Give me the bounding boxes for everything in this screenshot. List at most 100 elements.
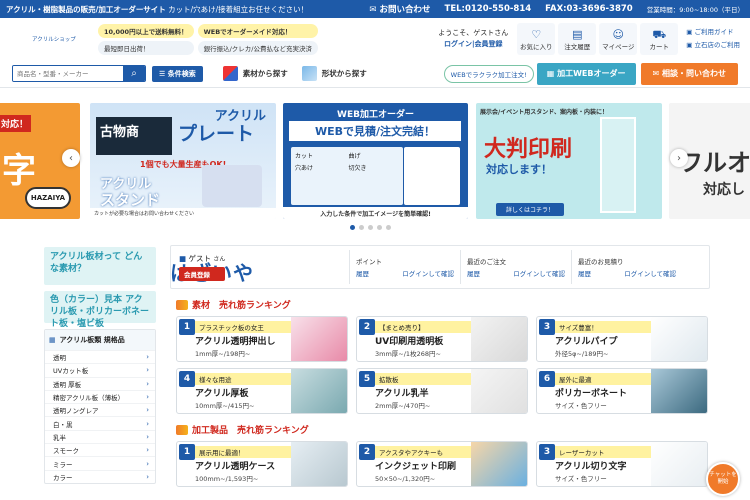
search-icon: ⌕ (131, 68, 137, 79)
search-input[interactable] (13, 66, 123, 81)
points-login-link[interactable]: ログインして確認 (402, 268, 454, 278)
banner-carousel: 対応！ 字 HAZAIYA アクリル プレート 古物商 1個でも大量生産もOK!… (0, 101, 750, 232)
product-image (651, 442, 707, 486)
search-row: ⌕ ☰ 条件検索 素材から探す 形状から探す WEBでラクラク加工注文! ▦ 加… (0, 60, 750, 88)
login-register-link[interactable]: ログイン|会員登録 (438, 39, 508, 50)
top-bar: アクリル・樹脂製品の販売/加工オーダーサイト カット/穴あけ/接着組立お任せくだ… (0, 0, 750, 18)
carousel-dot[interactable] (386, 225, 391, 230)
history-icon: ▤ (572, 27, 583, 41)
points-history-link[interactable]: 履歴 (356, 268, 369, 278)
ranking-card[interactable]: サイズ豊富！ 3 アクリルパイプ 外径5φ~/189円~ (536, 316, 708, 362)
service-badges: 10,000円以上で送料無料！ WEBでオーダーメイド対応！ 最短即日出荷！ 銀… (98, 23, 318, 55)
product-image (651, 369, 707, 413)
carousel-dot[interactable] (359, 225, 364, 230)
quotes-history-link[interactable]: 履歴 (578, 268, 591, 278)
carousel-dots (350, 225, 391, 230)
heart-icon: ♡ (531, 27, 542, 41)
sidebar-item[interactable]: ミラー › (45, 456, 155, 469)
pencil-icon (176, 424, 188, 435)
ranking-card[interactable]: 展示用に最適！ 1 アクリル透明ケース 100mm~/1,593円~ (176, 441, 348, 487)
sidebar-item[interactable]: 透明 › (45, 350, 155, 363)
consultation-button[interactable]: ✉ 相談・問い合わせ (640, 62, 738, 85)
site-logo[interactable]: はざいや アクリルショップ (10, 35, 253, 283)
material-ranking-grid: プラスチック板の女王 1 アクリル透明押出し 1mm厚~/198円~ 【まとめ売り】 2… (170, 316, 710, 414)
same-day-badge: 最短即日出荷！ (98, 40, 194, 55)
sidebar-banner-acrylic[interactable]: アクリル板材って どんな素材？ (44, 247, 156, 285)
register-button[interactable]: 会員登録 (179, 267, 225, 281)
sidebar-item[interactable]: スモーク › (45, 443, 155, 456)
chat-button[interactable]: チャットを開始 (706, 462, 740, 496)
sidebar-item[interactable]: カラー › (45, 469, 155, 483)
cart-button[interactable]: ⛟ カート (640, 23, 679, 55)
product-ranking-heading: 加工製品 売れ筋ランキング (176, 423, 710, 436)
payment-badge: 銀行振込/クレカ/公費払など充実決済 (197, 40, 318, 55)
carousel-dot[interactable] (368, 225, 373, 230)
material-ranking-heading: 素材 売れ筋ランキング (176, 298, 710, 311)
carousel-dot[interactable] (377, 225, 382, 230)
guide-link[interactable]: ▣ ご利用ガイド (686, 26, 740, 39)
chevron-right-icon: › (146, 419, 149, 428)
chevron-right-icon: › (146, 446, 149, 455)
orders-stat: 最近のご注文 履歴 ログインして確認 (460, 250, 571, 284)
mypage-button[interactable]: ☺ マイページ (599, 23, 638, 55)
chevron-right-icon: › (146, 393, 149, 402)
product-ranking-grid: 展示用に最適！ 1 アクリル透明ケース 100mm~/1,593円~ アクスタやアクキ… (170, 441, 710, 487)
web-order-button[interactable]: ▦ 加工WEBオーダー (536, 62, 636, 85)
material-icon (222, 66, 238, 81)
search-button[interactable]: ⌕ (123, 66, 145, 81)
banner-slide-large-print[interactable]: 展示会/イベント用スタンド、案内板・内装に！ 大判印刷 対応します！ 詳しくはコ… (476, 103, 662, 219)
welcome-block: ようこそ、ゲストさん ログイン|会員登録 (438, 29, 509, 50)
ranking-card[interactable]: 屋外に最適 6 ポリカーボネート サイズ・色フリー (536, 368, 708, 414)
user-icon: ☺ (612, 27, 625, 41)
sidebar-category-heading: ▦ アクリル板類 規格品 (45, 330, 155, 350)
contact-link[interactable]: ✉ お問い合わせ (369, 3, 430, 15)
sidebar-item[interactable]: 乳半 › (45, 429, 155, 443)
chevron-right-icon: › (146, 406, 149, 415)
web-order-preview: カット 曲げ 穴あけ 切欠き (291, 147, 403, 205)
sidebar-item[interactable]: 白・黒 › (45, 416, 155, 429)
web-order-badge: WEBでオーダーメイド対応！ (197, 23, 318, 38)
quotes-login-link[interactable]: ログインして確認 (624, 268, 676, 278)
ranking-card[interactable]: プラスチック板の女王 1 アクリル透明押出し 1mm厚~/198円~ (176, 316, 348, 362)
product-image (471, 442, 527, 486)
sidebar-banner-color[interactable]: 色（カラー）見本 アクリル板・ポリカーボネート板・塩ビ板 (44, 291, 156, 329)
banner-slide-web-order[interactable]: WEB加工オーダー WEBで見積/注文完結！ カット 曲げ 穴あけ 切欠き 入力した… (283, 103, 468, 219)
condition-search-button[interactable]: ☰ 条件検索 (152, 65, 203, 82)
quotes-stat: 最近のお見積り 履歴 ログインして確認 (571, 250, 682, 284)
sidebar-item[interactable]: 精密アクリル板（薄板） › (45, 389, 155, 403)
stand-illustration (600, 117, 636, 213)
ranking-card[interactable]: 様々な用途 4 アクリル厚板 10mm厚~/415円~ (176, 368, 348, 414)
sidebar-item[interactable]: 透明ノングレア › (45, 403, 155, 416)
carousel-next-button[interactable]: › (670, 149, 688, 167)
sidebar-item[interactable]: UVカット板 › (45, 363, 155, 376)
chevron-right-icon: › (146, 366, 149, 375)
favorites-button[interactable]: ♡ お気に入り (517, 23, 556, 55)
chevron-right-icon: › (146, 353, 149, 362)
cart-icon: ⛟ (652, 27, 667, 41)
sidebar: アクリル板材って どんな素材？ 色（カラー）見本 アクリル板・ポリカーボネート板… (44, 247, 156, 484)
fax-number: FAX:03-3696-3870 (545, 4, 633, 14)
user-icon: ■ (179, 254, 187, 263)
search-box: ⌕ (12, 65, 146, 82)
search-by-shape-link[interactable]: 形状から探す (301, 66, 367, 81)
orders-login-link[interactable]: ログインして確認 (513, 268, 565, 278)
tel-number: TEL:0120-550-814 (444, 4, 532, 14)
order-history-button[interactable]: ▤ 注文履歴 (558, 23, 597, 55)
product-image (291, 317, 347, 361)
ranking-card[interactable]: 拡散板 5 アクリル乳半 2mm厚~/470円~ (356, 368, 528, 414)
free-shipping-badge: 10,000円以上で送料無料！ (98, 23, 194, 38)
web-order-tag: WEBでラクラク加工注文! (443, 64, 534, 83)
orders-history-link[interactable]: 履歴 (467, 268, 480, 278)
carousel-prev-button[interactable]: ‹ (62, 149, 80, 167)
sidebar-item[interactable]: 透明 厚板 › (45, 376, 155, 390)
ranking-card[interactable]: アクスタやアクキーも 2 インクジェット印刷 50×50~/1,320円~ (356, 441, 528, 487)
character-illustration (202, 165, 262, 207)
shape-diagram (404, 147, 460, 205)
product-image (651, 317, 707, 361)
banner-slide-acrylic-plate[interactable]: アクリル プレート 古物商 1個でも大量生産もOK! アクリル スタンド カット… (90, 103, 276, 219)
ranking-card[interactable]: 【まとめ売り】 2 UV印刷用透明板 3mm厚~/1枚268円~ (356, 316, 528, 362)
search-by-material-link[interactable]: 素材から探す (222, 66, 288, 81)
store-link[interactable]: ▣ 立石店のご利用 (686, 39, 740, 52)
ranking-card[interactable]: レーザーカット 3 アクリル切り文字 サイズ・色フリー (536, 441, 708, 487)
carousel-dot[interactable] (350, 225, 355, 230)
